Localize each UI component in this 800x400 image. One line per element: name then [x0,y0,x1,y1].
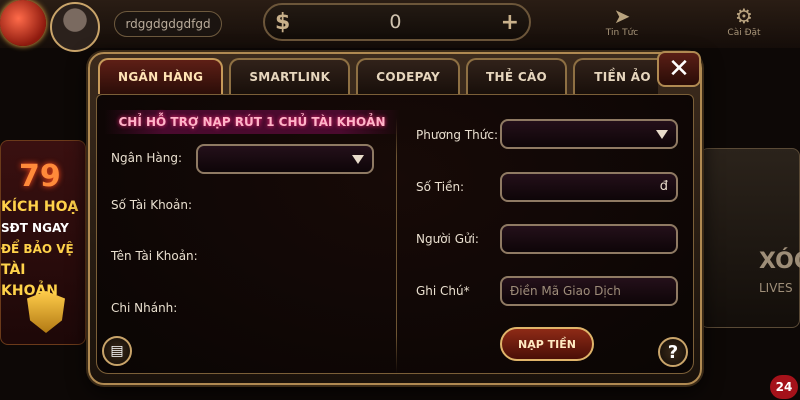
history-button[interactable]: ▤ [102,336,132,366]
game-tile-xoc-dia[interactable]: XÓC LIVES [700,148,800,328]
close-button[interactable]: ✕ [657,51,701,87]
notice-banner: CHỈ HỖ TRỢ NẠP RÚT 1 CHỦ TÀI KHOẢN [104,110,400,134]
amount-label: Số Tiền: [416,180,465,194]
balance-bar: $ 0 + [263,3,531,41]
promo-banner[interactable]: 79 KÍCH HOẠ SĐT NGAY ĐỂ BẢO VỆ TÀI KHOẢN [0,140,86,345]
username-display: rdggdgdgdfgd [114,11,222,37]
balance-amount: 0 [389,11,402,33]
note-input[interactable] [510,284,668,298]
shield-icon [27,291,65,333]
chevron-down-icon [352,155,364,164]
promo-text: KÍCH HOẠ SĐT NGAY ĐỂ BẢO VỆ TÀI KHOẢN [1,197,85,302]
note-field[interactable] [500,276,678,306]
avatar[interactable] [50,2,100,52]
bank-label: Ngân Hàng: [111,151,183,165]
game-logo[interactable] [0,0,46,46]
settings-button[interactable]: ⚙ Cài Đặt [714,4,774,46]
promo-line: KÍCH HOẠ [1,199,79,215]
amount-input[interactable]: đ [500,172,678,202]
megaphone-icon: ➤ [613,4,631,28]
account-number-label: Số Tài Khoản: [111,198,193,212]
promo-logo: 79 [19,159,61,194]
note-label: Ghi Chú* [416,284,470,298]
method-label: Phương Thức: [416,128,499,142]
tab-codepay[interactable]: CODEPAY [356,58,461,94]
tab-crypto[interactable]: TIỀN ẢO [573,58,658,94]
method-select[interactable] [500,119,678,149]
promo-line: ĐỂ BẢO VỆ [1,242,74,256]
support-badge[interactable]: 24 [770,375,798,399]
game-tile-sub: LIVES [759,281,793,295]
column-divider [396,118,397,373]
currency-suffix: đ [659,179,668,194]
help-icon: ? [667,341,679,363]
chevron-down-icon [656,130,668,139]
gear-icon: ⚙ [735,4,753,28]
dollar-icon: $ [275,9,291,35]
deposit-tabs: NGÂN HÀNG SMARTLINK CODEPAY THẺ CÀO TIỀN… [98,58,658,94]
receipt-icon: ▤ [110,343,124,359]
branch-label: Chi Nhánh: [111,301,178,315]
game-tile-label: XÓC [759,249,800,274]
sender-input[interactable] [500,224,678,254]
news-button[interactable]: ➤ Tin Tức [592,4,652,46]
tab-bank[interactable]: NGÂN HÀNG [98,58,224,94]
settings-label: Cài Đặt [727,28,761,38]
close-icon: ✕ [668,54,690,84]
help-button[interactable]: ? [658,337,688,367]
news-label: Tin Tức [605,28,639,38]
add-funds-button[interactable]: + [501,10,519,35]
bank-select[interactable] [196,144,374,174]
sender-label: Người Gửi: [416,232,479,246]
tab-smartlink[interactable]: SMARTLINK [229,58,351,94]
tab-card[interactable]: THẺ CÀO [466,58,568,94]
account-name-label: Tên Tài Khoản: [111,249,198,263]
promo-line: SĐT NGAY [1,221,69,235]
deposit-submit-button[interactable]: NẠP TIỀN [500,327,594,361]
